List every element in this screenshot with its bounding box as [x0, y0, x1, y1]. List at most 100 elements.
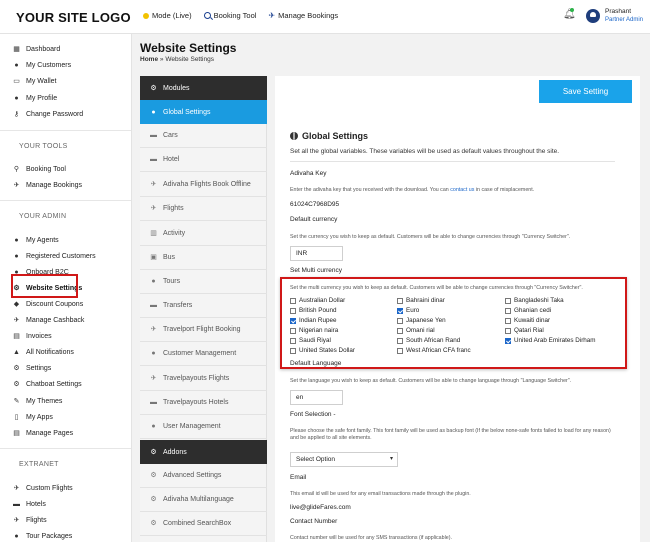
sidebar-item-registered-customers[interactable]: ● Registered Customers [13, 250, 95, 262]
sidebar-item-change-password[interactable]: ⚷ Change Password [13, 108, 83, 120]
sidebar-item-manage-cashback[interactable]: ✈ Manage Cashback [13, 314, 85, 326]
menu-item-multilanguage[interactable]: ⚙ Adivaha Multilanguage [140, 488, 267, 512]
menu-item-global-settings[interactable]: ● Global Settings [140, 100, 267, 124]
sidebar-item-my-profile[interactable]: ● My Profile [13, 92, 57, 104]
manage-bookings-link[interactable]: ✈ Manage Bookings [268, 11, 338, 20]
site-logo[interactable]: YOUR SITE LOGO [16, 10, 131, 25]
sidebar-item-invoices[interactable]: ▤ Invoices [13, 330, 52, 342]
booking-tool-label: Booking Tool [213, 11, 257, 20]
currency-checkbox[interactable]: Japanese Yen [397, 317, 446, 324]
sidebar-item-dashboard[interactable]: ▦ Dashboard [13, 43, 60, 55]
menu-item-travelpayouts-hotels[interactable]: ▬ Travelpayouts Hotels [140, 391, 267, 415]
menu-label: Tours [163, 278, 181, 285]
bed-icon: ▬ [150, 399, 157, 406]
currency-checkbox[interactable]: United States Dollar [290, 347, 355, 354]
currency-checkbox[interactable]: Bahraini dinar [397, 297, 445, 304]
adivaha-key-value[interactable]: 61024C7968D95 [290, 201, 339, 208]
menu-item-hotel[interactable]: ▬ Hotel [140, 148, 267, 172]
currency-checkbox[interactable]: Euro [397, 307, 419, 314]
currency-checkbox[interactable]: South African Rand [397, 337, 460, 344]
menu-item-user-management[interactable]: ● User Management [140, 415, 267, 439]
menu-header-modules[interactable]: ⚙ Modules [140, 76, 267, 100]
sidebar-item-discount-coupons[interactable]: ◆ Discount Coupons [13, 298, 83, 310]
menu-item-bus[interactable]: ▣ Bus [140, 246, 267, 270]
checkbox[interactable] [505, 327, 511, 334]
currency-checkbox[interactable]: Saudi Riyal [290, 337, 331, 344]
sidebar-item-custom-flights[interactable]: ✈ Custom Flights [13, 482, 73, 494]
sidebar-item-manage-pages[interactable]: ▤ Manage Pages [13, 427, 73, 439]
default-currency-help: Set the currency you wish to keep as def… [290, 234, 571, 240]
sidebar-item-label: Tour Packages [26, 532, 73, 540]
checkbox[interactable] [397, 327, 403, 334]
breadcrumb-home[interactable]: Home [140, 56, 158, 63]
menu-item-travelport-flight-booking[interactable]: ✈ Travelport Flight Booking [140, 318, 267, 342]
sidebar-item-manage-bookings[interactable]: ✈ Manage Bookings [13, 179, 82, 191]
checkbox[interactable] [290, 297, 296, 304]
currency-checkbox[interactable]: Qatari Rial [505, 327, 544, 334]
contact-us-link[interactable]: contact us [450, 187, 474, 193]
menu-item-tours[interactable]: ● Tours [140, 270, 267, 294]
checkbox[interactable] [290, 347, 296, 354]
sidebar-item-booking-tool[interactable]: ⚲ Booking Tool [13, 163, 66, 175]
avatar[interactable] [586, 9, 600, 23]
default-currency-input[interactable]: INR [290, 246, 343, 261]
checkbox[interactable] [505, 297, 511, 304]
highlight-box [11, 274, 78, 298]
booking-tool-link[interactable]: Booking Tool [203, 11, 257, 20]
checkbox-checked[interactable] [505, 337, 511, 344]
sidebar-item-my-wallet[interactable]: ▭ My Wallet [13, 75, 56, 87]
currency-checkbox[interactable]: Nigerian naira [290, 327, 338, 334]
sidebar-item-tour-packages[interactable]: ● Tour Packages [13, 530, 72, 542]
gear-icon: ⚙ [150, 84, 157, 92]
menu-item-advanced-settings[interactable]: ⚙ Advanced Settings [140, 464, 267, 488]
checkbox[interactable] [290, 327, 296, 334]
notification-dot [570, 8, 574, 12]
menu-item-flights-book-offline[interactable]: ✈ Adivaha Flights Book Offline [140, 173, 267, 197]
default-language-input[interactable]: en [290, 390, 343, 405]
menu-item-combined-searchbox[interactable]: ⚙ Combined SearchBox [140, 512, 267, 536]
currency-checkbox[interactable]: Ghanian cedi [505, 307, 551, 314]
currency-checkbox[interactable]: Bangladeshi Taka [505, 297, 564, 304]
menu-item-customer-management[interactable]: ● Customer Management [140, 342, 267, 366]
email-value[interactable]: live@glideFares.com [290, 504, 351, 511]
checkbox[interactable] [290, 337, 296, 344]
checkbox-label: West African CFA franc [406, 347, 471, 354]
menu-item-flights[interactable]: ✈ Flights [140, 197, 267, 221]
currency-checkbox[interactable]: Australian Dollar [290, 297, 345, 304]
menu-label: Hotel [163, 156, 180, 163]
save-setting-button[interactable]: Save Setting [539, 80, 632, 103]
currency-checkbox[interactable]: Omani rial [397, 327, 435, 334]
checkbox-checked[interactable] [290, 317, 296, 324]
checkbox[interactable] [397, 337, 403, 344]
checkbox[interactable] [397, 297, 403, 304]
sidebar-item-flights[interactable]: ✈ Flights [13, 514, 47, 526]
checkbox[interactable] [505, 317, 511, 324]
sidebar-item-my-customers[interactable]: ● My Customers [13, 59, 71, 71]
section-heading-admin: YOUR ADMIN [19, 213, 67, 220]
mode-live-link[interactable]: Mode (Live) [143, 11, 192, 20]
sidebar-item-all-notifications[interactable]: ▲ All Notifications [13, 346, 74, 358]
sidebar-item-my-agents[interactable]: ● My Agents [13, 234, 58, 246]
menu-item-travelpayouts-flights[interactable]: ✈ Travelpayouts Flights [140, 367, 267, 391]
user-name[interactable]: Prashant [605, 8, 631, 15]
currency-checkbox[interactable]: West African CFA franc [397, 347, 471, 354]
menu-item-activity[interactable]: ▥ Activity [140, 222, 267, 246]
checkbox[interactable] [397, 317, 403, 324]
sidebar-item-chatboat-settings[interactable]: ⚙ Chatboat Settings [13, 378, 81, 390]
currency-checkbox[interactable]: Kuwaiti dinar [505, 317, 550, 324]
checkbox[interactable] [290, 307, 296, 314]
checkbox[interactable] [397, 347, 403, 354]
checkbox[interactable] [505, 307, 511, 314]
font-select[interactable]: Select Option ▾ [290, 452, 398, 467]
sidebar-item-my-apps[interactable]: ▯ My Apps [13, 411, 53, 423]
currency-checkbox[interactable]: Indian Rupee [290, 317, 336, 324]
sidebar-item-settings[interactable]: ⚙ Settings [13, 362, 51, 374]
menu-header-addons[interactable]: ⚙ Addons [140, 440, 267, 464]
menu-item-cars[interactable]: ▬ Cars [140, 124, 267, 148]
sidebar-item-hotels[interactable]: ▬ Hotels [13, 498, 46, 510]
sidebar-item-my-themes[interactable]: ✎ My Themes [13, 395, 63, 407]
currency-checkbox[interactable]: United Arab Emirates Dirham [505, 337, 596, 344]
checkbox-checked[interactable] [397, 307, 403, 314]
currency-checkbox[interactable]: British Pound [290, 307, 336, 314]
menu-item-transfers[interactable]: ▬ Transfers [140, 294, 267, 318]
